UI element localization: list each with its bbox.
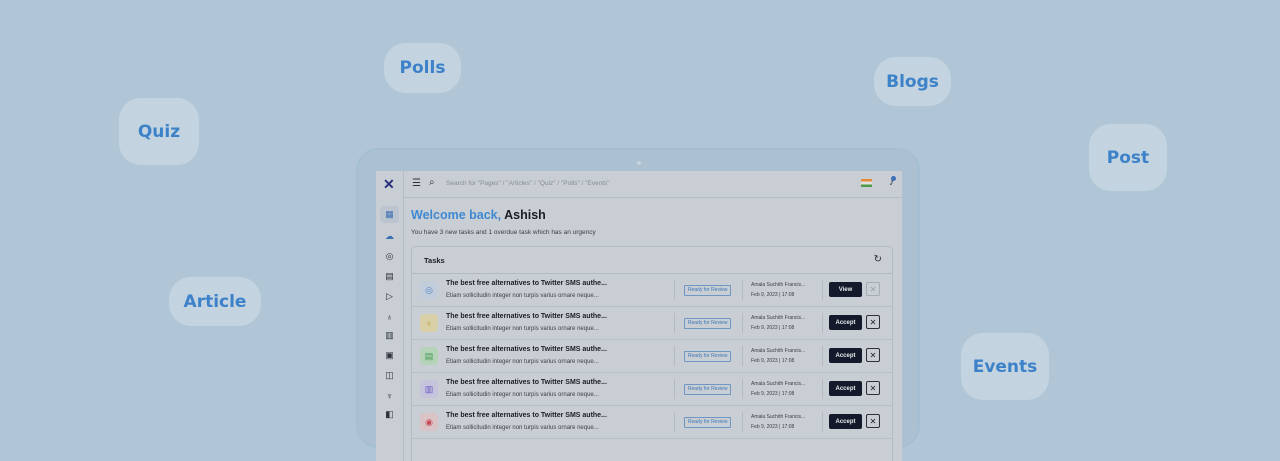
task-title: The best free alternatives to Twitter SM… bbox=[446, 346, 607, 353]
task-author: Amala Suchith Francis... bbox=[751, 282, 806, 288]
divider bbox=[822, 313, 823, 333]
divider bbox=[674, 313, 675, 333]
task-author: Amala Suchith Francis... bbox=[751, 381, 806, 387]
document-icon: ▤ bbox=[420, 347, 438, 365]
accept-button[interactable]: Accept bbox=[829, 381, 862, 396]
events-bubble: Events bbox=[961, 333, 1049, 400]
refresh-icon[interactable]: ↻ bbox=[874, 254, 882, 265]
dashboard-icon[interactable]: ▦ bbox=[380, 206, 399, 223]
table-row[interactable]: ♁ The best free alternatives to Twitter … bbox=[412, 307, 892, 340]
task-title: The best free alternatives to Twitter SM… bbox=[446, 412, 607, 419]
task-desc: Etiam sollicitudin integer non turpis va… bbox=[446, 359, 599, 365]
menu-icon[interactable]: ☰ bbox=[412, 178, 421, 189]
blogs-bubble: Blogs bbox=[874, 57, 951, 106]
accept-button[interactable]: Accept bbox=[829, 315, 862, 330]
task-desc: Etiam sollicitudin integer non turpis va… bbox=[446, 293, 599, 299]
status-badge: Ready for Review bbox=[684, 285, 732, 296]
camera-dot bbox=[637, 161, 641, 165]
accept-button[interactable]: Accept bbox=[829, 348, 862, 363]
task-date: Feb 9, 2023 | 17:08 bbox=[751, 358, 795, 364]
task-date: Feb 9, 2023 | 17:08 bbox=[751, 391, 795, 397]
divider bbox=[674, 346, 675, 366]
table-row[interactable]: ◎ The best free alternatives to Twitter … bbox=[412, 274, 892, 307]
divider bbox=[742, 280, 743, 300]
bar-chart-icon: ▥ bbox=[420, 380, 438, 398]
close-icon[interactable]: ✕ bbox=[866, 414, 880, 428]
task-title: The best free alternatives to Twitter SM… bbox=[446, 280, 607, 287]
play-icon[interactable]: ▷ bbox=[384, 291, 395, 302]
task-desc: Etiam sollicitudin integer non turpis va… bbox=[446, 326, 599, 332]
sidebar: ✕ ▦ ☁ ◎ ▤ ▷ ♁ ▥ ▣ ◫ ♆ ◧ bbox=[376, 171, 404, 461]
close-icon[interactable]: ✕ bbox=[866, 315, 880, 329]
divider bbox=[822, 412, 823, 432]
task-desc: Etiam sollicitudin integer non turpis va… bbox=[446, 425, 599, 431]
quiz-bubble: Quiz bbox=[119, 98, 199, 165]
document-icon[interactable]: ▤ bbox=[384, 271, 395, 282]
task-date: Feb 9, 2023 | 17:08 bbox=[751, 424, 795, 430]
task-date: Feb 9, 2023 | 17:08 bbox=[751, 325, 795, 331]
cloud-icon[interactable]: ☁ bbox=[384, 231, 395, 242]
divider bbox=[742, 313, 743, 333]
notification-badge bbox=[891, 176, 896, 181]
divider bbox=[822, 280, 823, 300]
bar-chart-icon[interactable]: ▥ bbox=[384, 330, 395, 341]
task-author: Amala Suchith Francis... bbox=[751, 348, 806, 354]
divider bbox=[742, 346, 743, 366]
close-icon[interactable]: ✕ bbox=[866, 348, 880, 362]
welcome-heading: Welcome back, Ashish bbox=[411, 208, 546, 222]
search-input[interactable]: Search for "Pages" / "Articles" / "Quiz"… bbox=[446, 180, 610, 187]
india-flag-icon[interactable] bbox=[861, 179, 872, 187]
task-desc: Etiam sollicitudin integer non turpis va… bbox=[446, 392, 599, 398]
book-icon[interactable]: ◫ bbox=[384, 370, 395, 381]
welcome-prefix: Welcome back, bbox=[411, 208, 502, 222]
table-row[interactable]: ▥ The best free alternatives to Twitter … bbox=[412, 373, 892, 406]
task-date: Feb 9, 2023 | 17:08 bbox=[751, 292, 795, 298]
status-badge: Ready for Review bbox=[684, 384, 732, 395]
layout-icon[interactable]: ◧ bbox=[384, 409, 395, 420]
divider bbox=[674, 379, 675, 399]
bulb-icon: ♁ bbox=[420, 314, 438, 332]
task-author: Amala Suchith Francis... bbox=[751, 414, 806, 420]
divider bbox=[742, 379, 743, 399]
bulb-icon[interactable]: ♁ bbox=[384, 311, 395, 322]
calendar-icon[interactable]: ▣ bbox=[384, 350, 395, 361]
polls-bubble: Polls bbox=[384, 43, 461, 93]
welcome-subtitle: You have 3 new tasks and 1 overdue task … bbox=[411, 229, 596, 236]
status-badge: Ready for Review bbox=[684, 351, 732, 362]
user-name: Ashish bbox=[504, 208, 546, 222]
close-icon[interactable]: ✕ bbox=[866, 381, 880, 395]
divider bbox=[822, 379, 823, 399]
globe-icon[interactable]: ◎ bbox=[384, 251, 395, 262]
tasks-title: Tasks bbox=[424, 256, 445, 265]
search-icon[interactable]: ⌕ bbox=[429, 177, 435, 188]
status-badge: Ready for Review bbox=[684, 417, 732, 428]
divider bbox=[742, 412, 743, 432]
task-author: Amala Suchith Francis... bbox=[751, 315, 806, 321]
tasks-panel: Tasks ↻ ◎ The best free alternatives to … bbox=[411, 246, 893, 461]
table-row[interactable]: ◉ The best free alternatives to Twitter … bbox=[412, 406, 892, 439]
divider bbox=[822, 346, 823, 366]
article-bubble: Article bbox=[169, 277, 261, 326]
post-bubble: Post bbox=[1089, 124, 1167, 191]
table-row[interactable]: ▤ The best free alternatives to Twitter … bbox=[412, 340, 892, 373]
top-bar: ☰ ⌕ Search for "Pages" / "Articles" / "Q… bbox=[404, 171, 902, 198]
task-title: The best free alternatives to Twitter SM… bbox=[446, 379, 607, 386]
divider bbox=[674, 412, 675, 432]
app-screen: ✕ ▦ ☁ ◎ ▤ ▷ ♁ ▥ ▣ ◫ ♆ ◧ ☰ ⌕ Search for "… bbox=[376, 171, 902, 461]
divider bbox=[674, 280, 675, 300]
status-badge: Ready for Review bbox=[684, 318, 732, 329]
view-button[interactable]: View bbox=[829, 282, 862, 297]
trophy-icon[interactable]: ♆ bbox=[384, 390, 395, 401]
close-icon[interactable]: ✕ bbox=[866, 282, 880, 296]
task-title: The best free alternatives to Twitter SM… bbox=[446, 313, 607, 320]
laptop-frame: ✕ ▦ ☁ ◎ ▤ ▷ ♁ ▥ ▣ ◫ ♆ ◧ ☰ ⌕ Search for "… bbox=[356, 148, 920, 461]
play-icon: ◉ bbox=[420, 413, 438, 431]
globe-icon: ◎ bbox=[420, 281, 438, 299]
app-logo: ✕ bbox=[383, 176, 395, 192]
tasks-header: Tasks ↻ bbox=[412, 247, 892, 274]
